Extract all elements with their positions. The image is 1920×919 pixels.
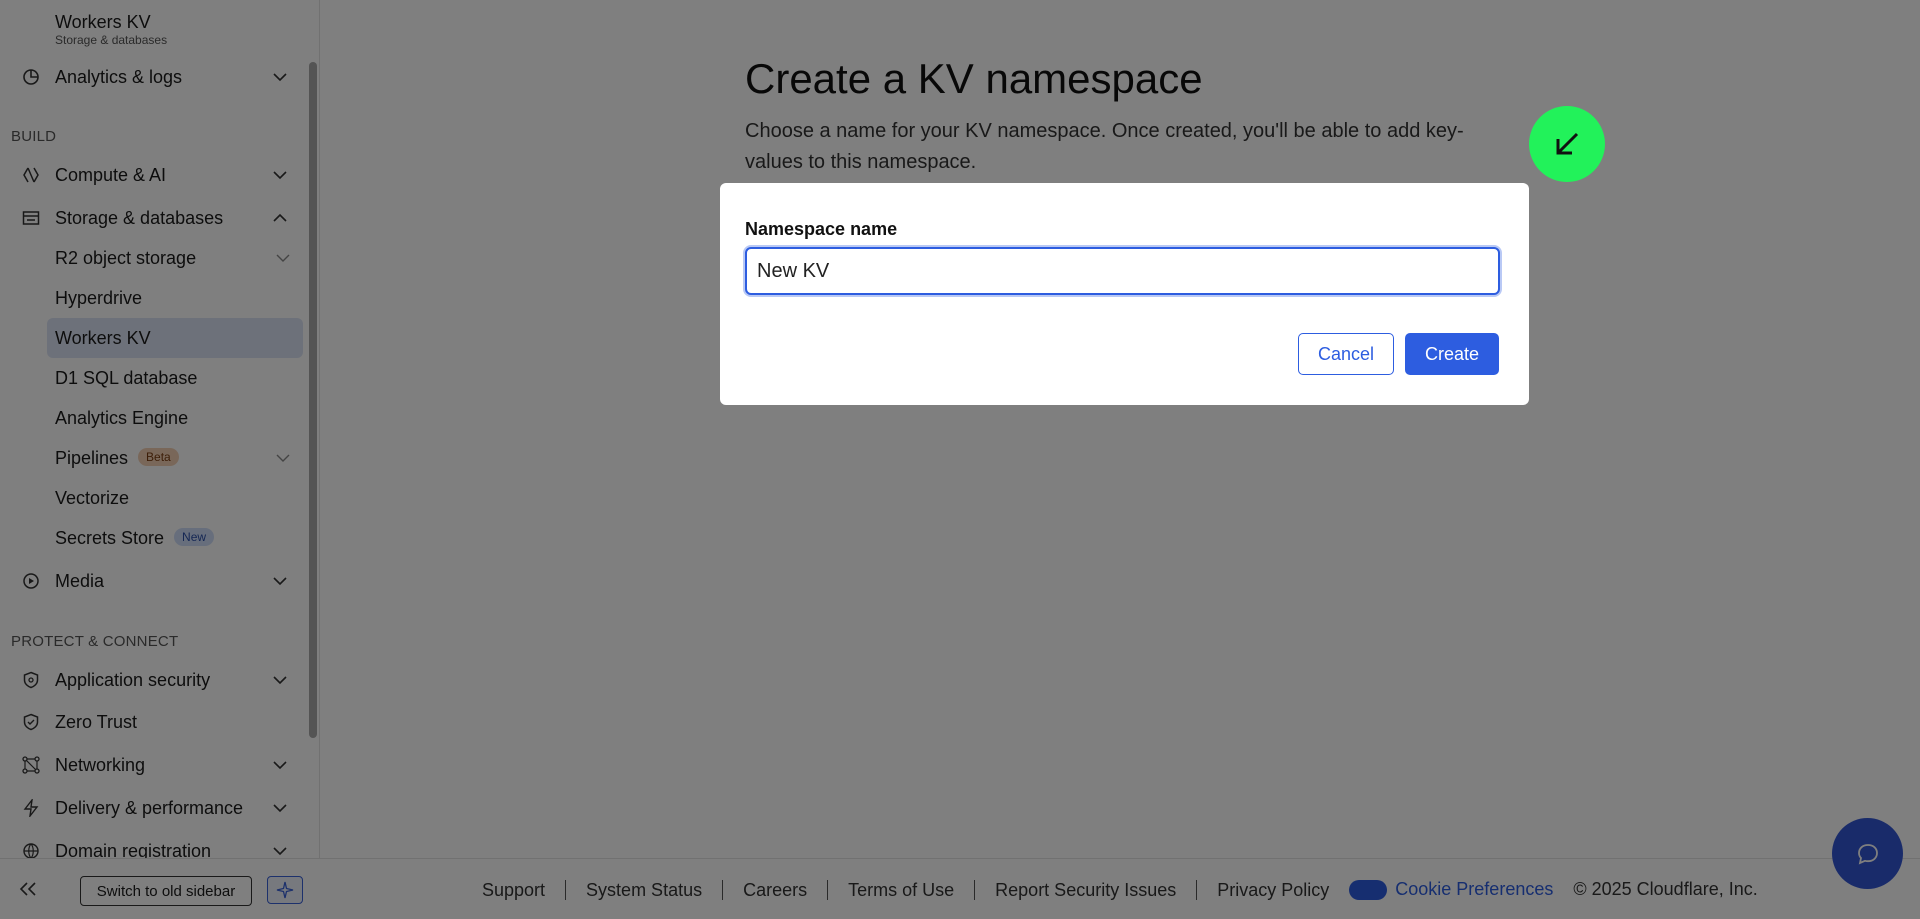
namespace-name-input[interactable] — [745, 247, 1500, 295]
namespace-name-label: Namespace name — [745, 219, 898, 239]
cursor-indicator — [1529, 106, 1605, 182]
create-namespace-dialog: Namespace name Cancel Create — [720, 183, 1529, 405]
cancel-button[interactable]: Cancel — [1298, 333, 1394, 375]
modal-backdrop[interactable] — [0, 0, 1920, 919]
arrow-down-left-icon — [1556, 132, 1579, 155]
create-button[interactable]: Create — [1405, 333, 1499, 375]
